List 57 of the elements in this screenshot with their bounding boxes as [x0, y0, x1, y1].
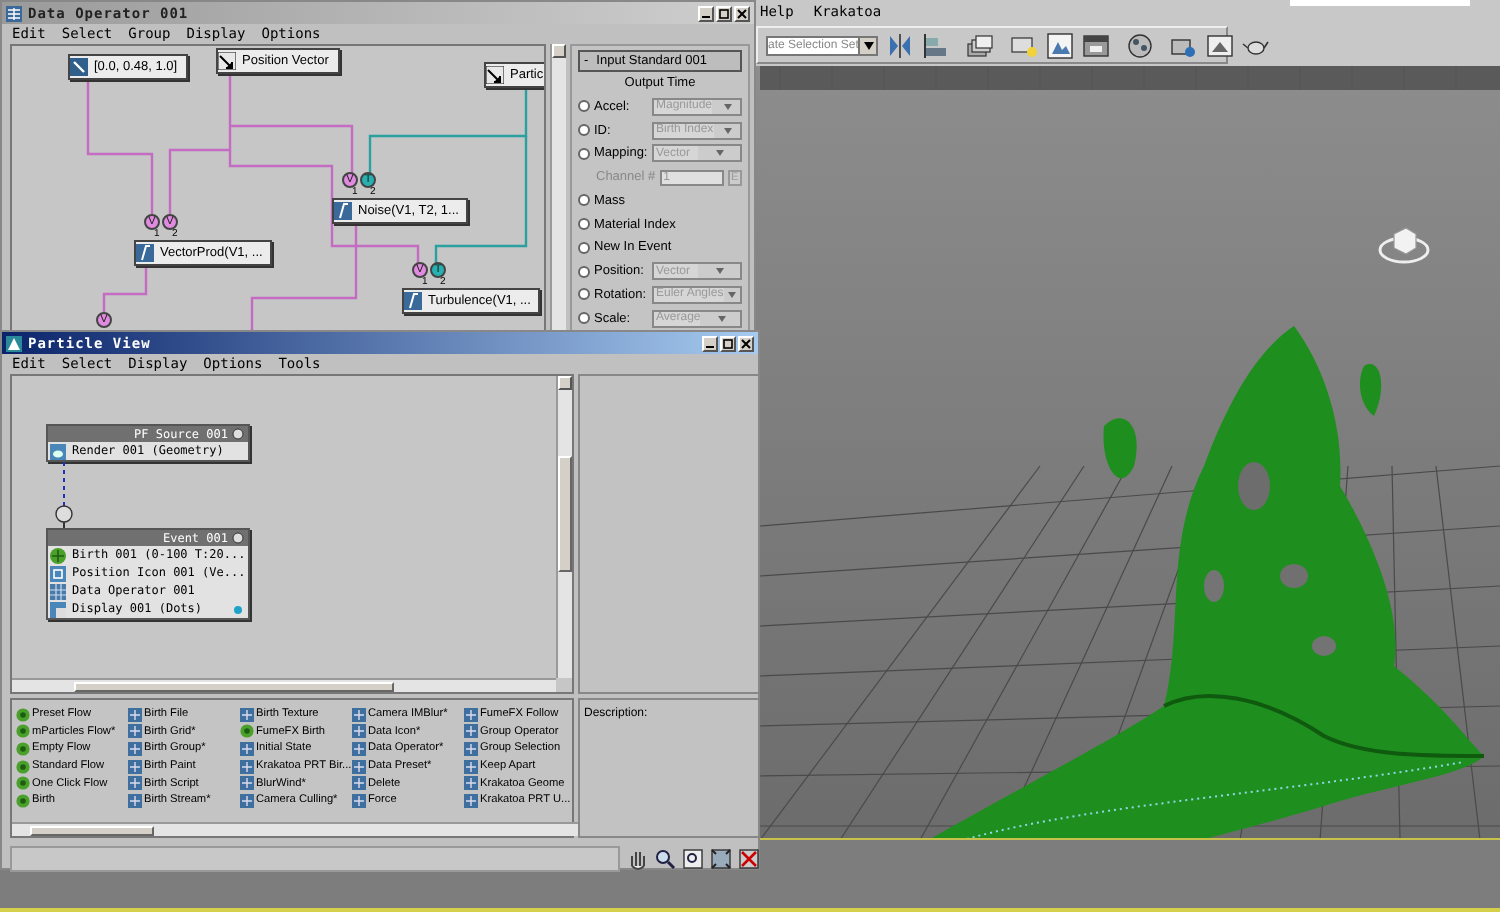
- monitor-icon[interactable]: [1206, 31, 1234, 59]
- grid-icon: [50, 583, 66, 599]
- dropdown-arrow-icon: [728, 291, 737, 298]
- image-icon[interactable]: [1046, 31, 1074, 59]
- ball-icon: [240, 724, 254, 739]
- maximize-button[interactable]: [716, 5, 732, 21]
- radio-button[interactable]: [578, 241, 590, 254]
- zoom-icon[interactable]: [654, 847, 676, 869]
- radio-button[interactable]: [578, 218, 590, 231]
- window-app-icon: [6, 5, 22, 21]
- search-field[interactable]: [1290, 0, 1470, 6]
- minimize-button[interactable]: [702, 335, 718, 351]
- minimize-button[interactable]: [698, 5, 714, 21]
- scrollbar-thumb[interactable]: [30, 825, 154, 835]
- display-icon: [50, 601, 66, 617]
- window-app-icon: [6, 335, 22, 351]
- operator-icon: [240, 741, 254, 756]
- dropdown-arrow-icon: [723, 103, 732, 110]
- maximize-icon: [718, 7, 730, 19]
- function-icon: [404, 292, 422, 310]
- slash-icon: [70, 58, 88, 76]
- dropdown-arrow-icon: [715, 268, 724, 275]
- close-icon: [740, 337, 752, 349]
- scrollbar-thumb[interactable]: [74, 681, 394, 691]
- radio-button[interactable]: [578, 194, 590, 207]
- wire-connector: [52, 462, 76, 528]
- scrollbar-thumb[interactable]: [558, 456, 572, 572]
- lamp-icon: [232, 532, 244, 544]
- viewcube-icon: [1378, 222, 1430, 266]
- close-icon[interactable]: [738, 847, 760, 869]
- pan-hand-icon[interactable]: [626, 847, 648, 869]
- dropdown-arrow-icon: [717, 315, 726, 322]
- operator-icon: [240, 707, 254, 722]
- maximize-button[interactable]: [720, 335, 736, 351]
- ball-icon: [50, 547, 66, 563]
- square-target-icon: [50, 565, 66, 581]
- close-button[interactable]: [738, 335, 754, 351]
- layers-icon[interactable]: [966, 31, 994, 59]
- zoom-region-icon[interactable]: [682, 847, 704, 869]
- align-icon[interactable]: [922, 31, 950, 59]
- dropdown-arrow-icon: [863, 41, 874, 49]
- lamp-icon: [232, 428, 244, 440]
- maximize-icon: [722, 337, 734, 349]
- zoom-extents-icon[interactable]: [710, 847, 732, 869]
- scroll-up-button[interactable]: [552, 44, 566, 58]
- dropdown-arrow-icon: [723, 127, 732, 134]
- close-button[interactable]: [734, 5, 750, 21]
- scroll-up-button[interactable]: [558, 376, 572, 390]
- function-icon: [334, 202, 352, 220]
- close-icon: [736, 7, 748, 19]
- sphere-icon[interactable]: [1126, 31, 1154, 59]
- arrow-icon: [218, 52, 236, 70]
- function-icon: [136, 244, 154, 262]
- dropdown-arrow-icon: [715, 150, 724, 157]
- arrow-icon: [486, 66, 504, 84]
- mirror-icon[interactable]: [886, 31, 914, 59]
- window-icon[interactable]: [1082, 31, 1110, 59]
